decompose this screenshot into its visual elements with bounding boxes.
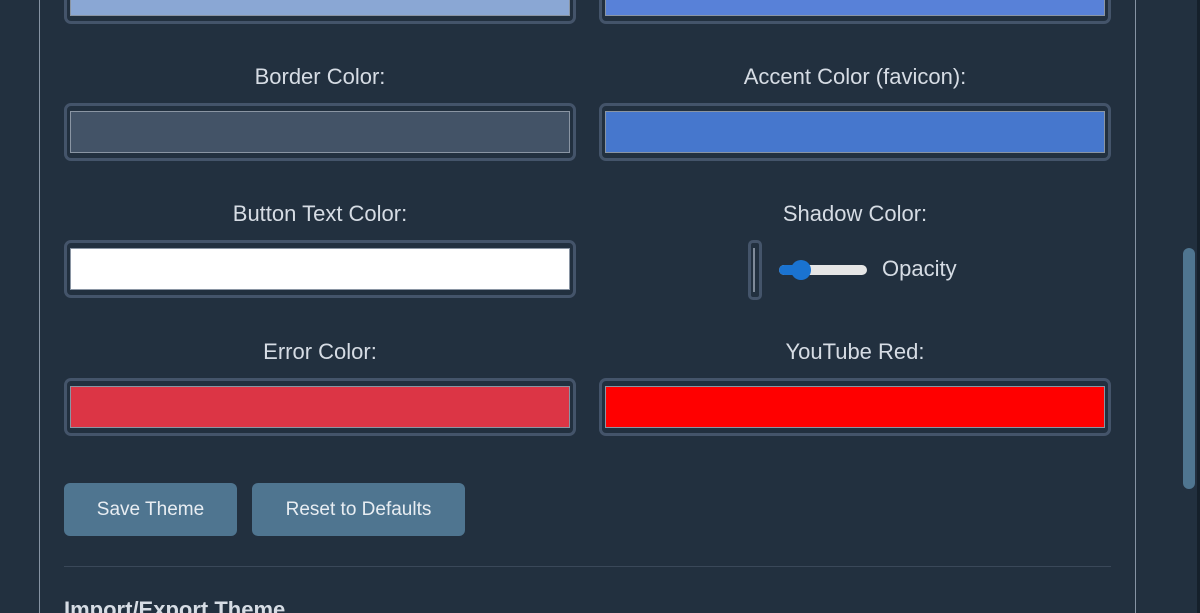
button-text-color-label: Button Text Color:: [232, 201, 408, 226]
shadow-color-label: Shadow Color:: [782, 201, 928, 226]
opacity-label: Opacity: [882, 256, 957, 281]
youtube-red-label: YouTube Red:: [785, 339, 925, 364]
shadow-color-swatch: [753, 248, 755, 292]
border-color-swatch: [70, 111, 570, 153]
top-right-color-swatch: [605, 0, 1105, 16]
save-theme-button[interactable]: Save Theme: [64, 483, 237, 536]
button-text-color-picker[interactable]: [64, 240, 576, 298]
error-color-label: Error Color:: [263, 339, 377, 364]
reset-to-defaults-button[interactable]: Reset to Defaults: [252, 483, 465, 536]
error-color-swatch: [70, 386, 570, 428]
border-color-picker[interactable]: [64, 103, 576, 161]
import-export-heading: Import/Export Theme: [64, 597, 286, 613]
shadow-color-picker[interactable]: [748, 240, 762, 300]
youtube-red-picker[interactable]: [599, 378, 1111, 436]
error-color-picker[interactable]: [64, 378, 576, 436]
accent-color-picker[interactable]: [599, 103, 1111, 161]
top-left-color-swatch: [70, 0, 570, 16]
top-right-color-picker[interactable]: [599, 0, 1111, 24]
slider-thumb[interactable]: [791, 260, 812, 280]
theme-settings-page: Border Color: Accent Color (favicon): Bu…: [0, 0, 1200, 613]
top-left-color-picker[interactable]: [64, 0, 576, 24]
section-divider: [64, 566, 1111, 567]
shadow-opacity-slider[interactable]: [779, 260, 867, 280]
youtube-red-swatch: [605, 386, 1105, 428]
accent-color-label: Accent Color (favicon):: [743, 64, 967, 89]
button-text-color-swatch: [70, 248, 570, 290]
accent-color-swatch: [605, 111, 1105, 153]
page-scrollbar[interactable]: [1180, 0, 1200, 613]
scrollbar-thumb[interactable]: [1183, 248, 1195, 489]
border-color-label: Border Color:: [254, 64, 386, 89]
